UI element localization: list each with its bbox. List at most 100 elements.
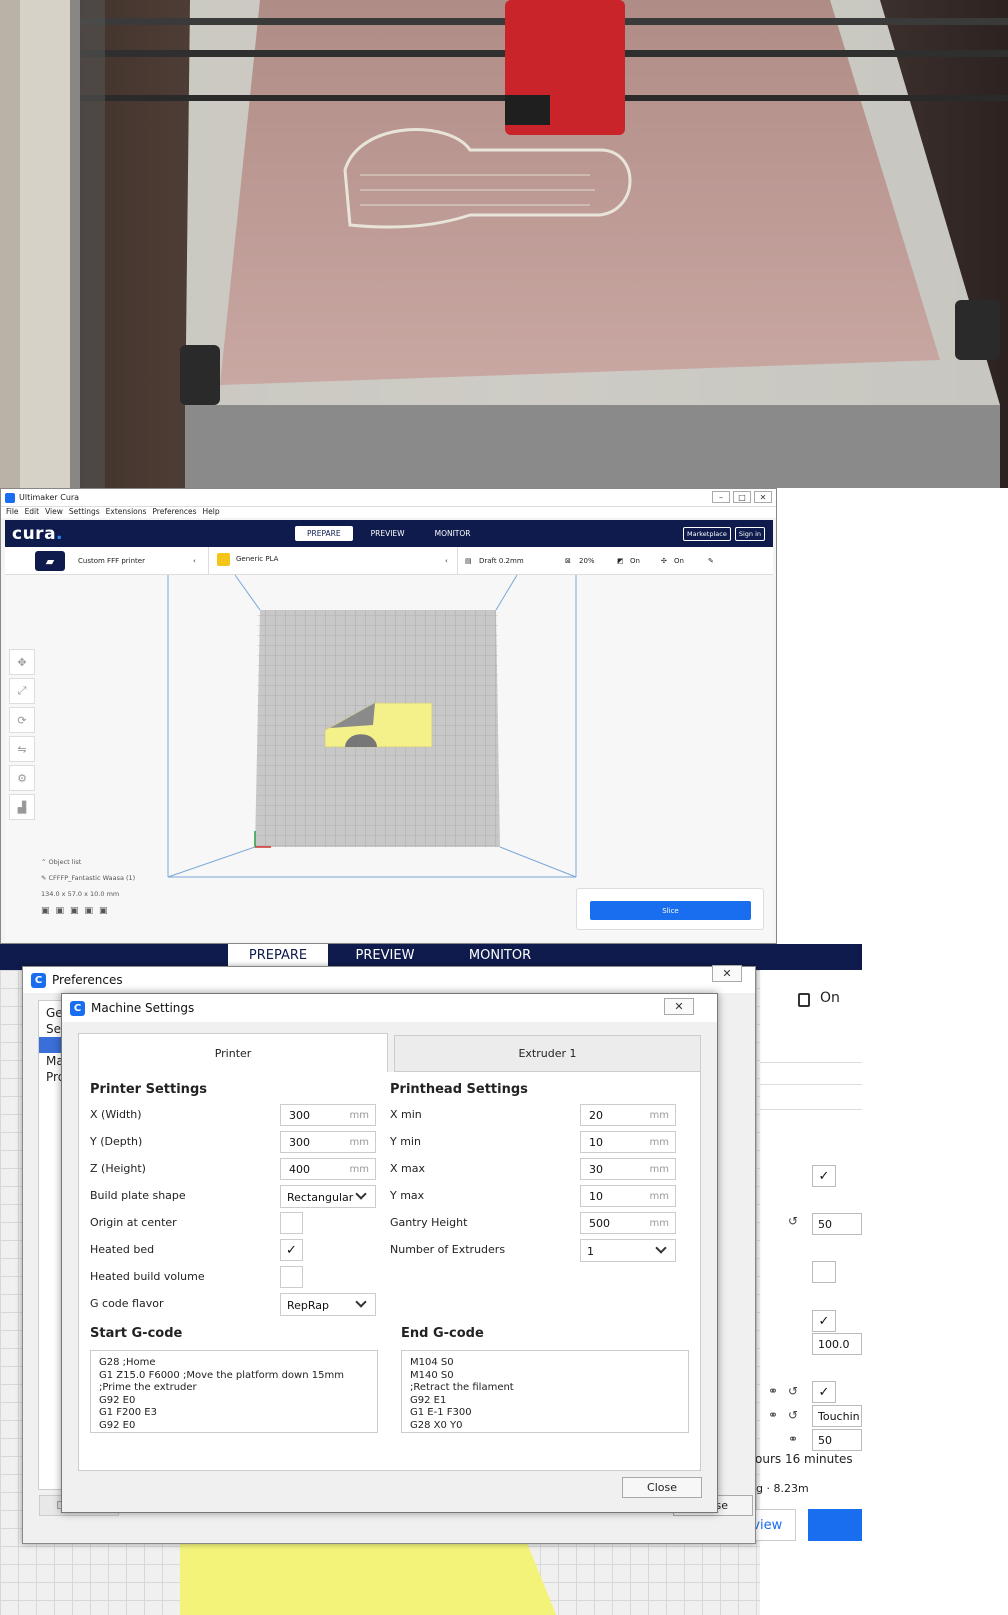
save-to-disk-button[interactable]	[808, 1509, 862, 1541]
y-max-field[interactable]: 10 mm	[580, 1185, 676, 1207]
window-controls: – □ ✕	[712, 491, 772, 503]
y-depth-field[interactable]: 300 mm	[280, 1131, 376, 1153]
move-tool-button[interactable]: ✥	[9, 649, 35, 675]
end-gcode-editor[interactable]: M104 S0 M140 S0 ;Retract the filament G9…	[401, 1350, 689, 1433]
object-list-toggle[interactable]: ⌃ Object list	[41, 858, 135, 866]
marketplace-button[interactable]: Marketplace	[682, 527, 731, 541]
tab-preview[interactable]: PREVIEW	[359, 526, 417, 541]
gantry-height-field[interactable]: 500 mm	[580, 1212, 676, 1234]
material-icon	[217, 553, 230, 566]
chevron-down-icon	[655, 1242, 667, 1254]
setting-field[interactable]: Touchin	[812, 1405, 862, 1427]
cura-app-icon	[5, 492, 15, 503]
setting-checkbox[interactable]	[812, 1261, 836, 1283]
support-blocker-button[interactable]: ▟	[9, 794, 35, 820]
tab-extruder-1[interactable]: Extruder 1	[394, 1035, 701, 1072]
adhesion-value[interactable]: On	[674, 557, 684, 565]
print-time-estimate: ours 16 minutes	[755, 1452, 853, 1466]
chevron-left-icon[interactable]: ‹	[445, 557, 448, 565]
view-orientation-buttons[interactable]: ▣▣▣▣▣	[41, 906, 135, 916]
x-max-field[interactable]: 30 mm	[580, 1158, 676, 1180]
menu-preferences[interactable]: Preferences	[152, 507, 196, 518]
mirror-icon: ⇋	[17, 742, 27, 756]
machine-tabs: Printer Extruder 1	[78, 1033, 701, 1073]
3d-viewport[interactable]: ✥ ⤢ ⟳ ⇋ ⚙ ▟ ⌃ Object list ✎ CFFFP_Fantas…	[5, 575, 773, 941]
support-status: On	[820, 990, 840, 1006]
printer-selector[interactable]: Custom FFF printer	[78, 557, 145, 565]
setting-checkbox[interactable]: ✓	[812, 1310, 836, 1332]
setting-field[interactable]: 50	[812, 1429, 862, 1451]
setting-field[interactable]: 50	[812, 1213, 862, 1235]
start-gcode-editor[interactable]: G28 ;Home G1 Z15.0 F6000 ;Move the platf…	[90, 1350, 378, 1433]
heated-bed-label: Heated bed	[90, 1243, 155, 1256]
cura-header: cura. PREPARE PREVIEW MONITOR Marketplac…	[5, 520, 773, 547]
support-value[interactable]: On	[630, 557, 640, 565]
tab-prepare[interactable]: PREPARE	[295, 526, 353, 541]
object-name[interactable]: ✎ CFFFP_Fantastic Waasa (1)	[41, 874, 135, 882]
number-of-extruders-dropdown[interactable]: 1	[580, 1239, 676, 1262]
material-selector[interactable]: Generic PLA	[236, 555, 278, 563]
object-list: ⌃ Object list ✎ CFFFP_Fantastic Waasa (1…	[41, 858, 135, 924]
x-min-field[interactable]: 20 mm	[580, 1104, 676, 1126]
reset-icon[interactable]: ↺	[788, 1408, 798, 1422]
menu-extensions[interactable]: Extensions	[106, 507, 147, 518]
menu-file[interactable]: File	[6, 507, 19, 518]
per-model-settings-button[interactable]: ⚙	[9, 765, 35, 791]
bg-tab-monitor[interactable]: MONITOR	[450, 944, 550, 966]
edit-pencil-icon[interactable]: ✎	[708, 557, 714, 565]
check-icon: ✓	[818, 1168, 830, 1184]
gcode-flavor-dropdown[interactable]: RepRap	[280, 1293, 376, 1316]
machine-settings-titlebar: C Machine Settings	[62, 994, 717, 1022]
support-icon: ◩	[617, 557, 624, 565]
menu-view[interactable]: View	[45, 507, 63, 518]
check-icon: ✓	[818, 1313, 830, 1329]
scale-tool-button[interactable]: ⤢	[9, 678, 35, 704]
pencil-icon: ✎	[41, 874, 49, 882]
cura-titlebar: Ultimaker Cura – □ ✕	[1, 489, 776, 507]
bg-tab-prepare[interactable]: PREPARE	[228, 944, 328, 966]
tab-monitor[interactable]: MONITOR	[423, 526, 483, 541]
y-depth-label: Y (Depth)	[90, 1135, 143, 1148]
sign-in-button[interactable]: Sign in	[734, 527, 765, 541]
profile-selector[interactable]: Draft 0.2mm	[479, 557, 524, 565]
rotate-icon: ⟳	[17, 713, 27, 727]
y-min-field[interactable]: 10 mm	[580, 1131, 676, 1153]
origin-at-center-checkbox[interactable]	[280, 1212, 303, 1234]
close-icon[interactable]: ✕	[712, 965, 742, 982]
slice-button[interactable]: Slice	[590, 901, 751, 920]
rotate-tool-button[interactable]: ⟳	[9, 707, 35, 733]
close-icon[interactable]: ✕	[664, 998, 694, 1015]
reset-icon[interactable]: ↺	[788, 1384, 798, 1398]
mirror-tool-button[interactable]: ⇋	[9, 736, 35, 762]
build-plate-shape-dropdown[interactable]: Rectangular	[280, 1185, 376, 1208]
heated-build-volume-checkbox[interactable]	[280, 1266, 303, 1288]
maximize-icon[interactable]: □	[733, 491, 751, 503]
setting-checkbox[interactable]: ✓	[812, 1165, 836, 1187]
menu-help[interactable]: Help	[203, 507, 220, 518]
chevron-left-icon[interactable]: ‹	[193, 557, 196, 565]
gantry-height-label: Gantry Height	[390, 1216, 468, 1229]
close-icon[interactable]: ✕	[754, 491, 772, 503]
cura-window: Ultimaker Cura – □ ✕ File Edit View Sett…	[0, 488, 777, 944]
tab-printer[interactable]: Printer	[78, 1033, 388, 1073]
infill-value[interactable]: 20%	[579, 557, 595, 565]
link-icon: ⚭	[788, 1432, 799, 1446]
setting-field[interactable]: 100.0	[812, 1333, 862, 1355]
bg-tab-preview[interactable]: PREVIEW	[340, 944, 430, 966]
z-height-field[interactable]: 400 mm	[280, 1158, 376, 1180]
heated-bed-checkbox[interactable]: ✓	[280, 1239, 303, 1261]
menu-bar: File Edit View Settings Extensions Prefe…	[1, 507, 776, 518]
open-file-button[interactable]: ▰	[35, 551, 65, 571]
setting-checkbox[interactable]: ✓	[812, 1381, 836, 1403]
x-width-field[interactable]: 300 mm	[280, 1104, 376, 1126]
header-buttons: Marketplace Sign in	[682, 527, 765, 541]
minimize-icon[interactable]: –	[712, 491, 730, 503]
profile-icon: ▤	[465, 557, 472, 565]
reset-icon[interactable]: ↺	[788, 1214, 798, 1228]
heated-build-volume-label: Heated build volume	[90, 1270, 205, 1283]
per-model-icon: ⚙	[17, 771, 27, 785]
menu-settings[interactable]: Settings	[69, 507, 100, 518]
menu-edit[interactable]: Edit	[25, 507, 40, 518]
machine-settings-title: Machine Settings	[91, 1001, 195, 1015]
machine-settings-close-button[interactable]: Close	[622, 1477, 702, 1498]
